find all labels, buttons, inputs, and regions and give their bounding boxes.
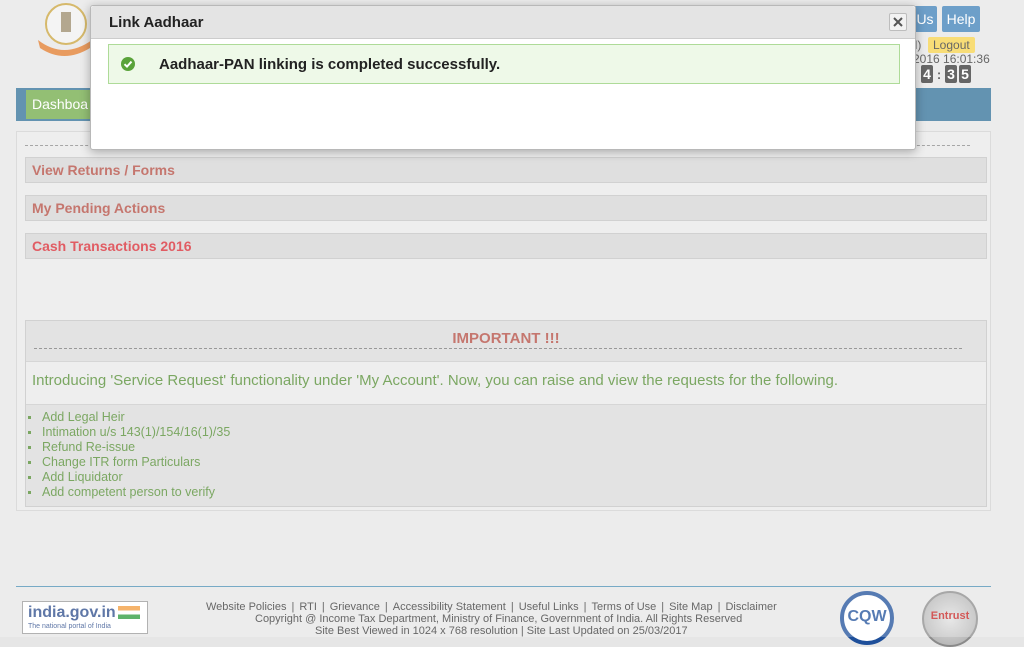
dialog-header: Link Aadhaar	[91, 6, 915, 39]
close-icon[interactable]	[889, 13, 907, 31]
link-aadhaar-dialog: Link Aadhaar Aadhaar-PAN linking is comp…	[90, 5, 916, 150]
check-circle-icon	[121, 57, 135, 71]
dialog-title: Link Aadhaar	[109, 14, 204, 31]
success-message-box: Aadhaar-PAN linking is completed success…	[108, 44, 900, 84]
success-message: Aadhaar-PAN linking is completed success…	[159, 56, 501, 73]
